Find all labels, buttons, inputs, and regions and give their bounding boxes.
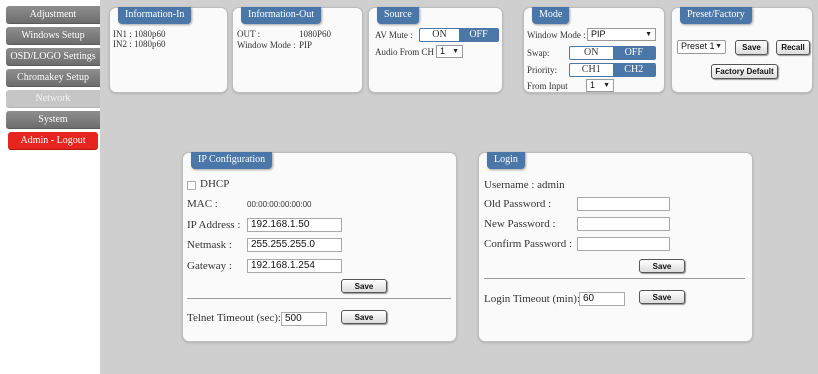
swap-off[interactable]: OFF: [612, 47, 655, 59]
ip-configuration-panel: IP Configuration DHCP MAC : 00:00:00:00:…: [182, 152, 457, 342]
sidebar-nav: Adjustment Windows Setup OSD/LOGO Settin…: [0, 0, 100, 374]
av-mute-toggle: ON OFF: [419, 28, 499, 42]
login-timeout-label: Login Timeout (min):: [484, 293, 580, 305]
username-text: Username : admin: [484, 179, 565, 191]
input1-info: IN1 : 1080p60: [113, 29, 166, 39]
priority-toggle: CH1 CH2: [569, 63, 656, 77]
nav-osd-logo-settings[interactable]: OSD/LOGO Settings: [6, 48, 100, 66]
dropdown-arrow-icon: ▼: [452, 48, 459, 55]
information-in-panel: Information-In IN1 : 1080p60 IN2 : 1080p…: [109, 7, 228, 93]
source-panel: Source AV Mute : ON OFF Audio From CH 1 …: [368, 7, 503, 93]
audio-from-ch-label: Audio From CH: [375, 47, 435, 57]
nav-network[interactable]: Network: [6, 90, 100, 108]
preset-value: Preset 1: [681, 41, 715, 51]
ip-save-button[interactable]: Save: [341, 279, 387, 293]
divider: [187, 298, 451, 299]
login-save-button[interactable]: Save: [639, 259, 685, 273]
dropdown-arrow-icon: ▼: [603, 82, 610, 89]
dhcp-checkbox[interactable]: [187, 181, 196, 190]
netmask-input[interactable]: 255.255.255.0: [247, 238, 342, 252]
preset-factory-panel: Preset/Factory Preset 1 ▼ Save Recall Fa…: [671, 7, 813, 93]
audio-channel-value: 1: [440, 46, 446, 56]
panel-title: Mode: [532, 7, 570, 24]
nav-adjustment[interactable]: Adjustment: [6, 6, 100, 24]
new-password-label: New Password :: [484, 218, 556, 230]
gateway-input[interactable]: 192.168.1.254: [247, 259, 342, 273]
av-mute-on[interactable]: ON: [420, 29, 459, 41]
mode-panel: Mode Window Mode : PIP ▼ Swap: ON OFF Pr…: [523, 7, 665, 93]
swap-toggle: ON OFF: [569, 46, 656, 60]
panel-title: Information-In: [118, 7, 192, 24]
input2-info: IN2 : 1080p60: [113, 39, 166, 49]
audio-channel-select[interactable]: 1 ▼: [436, 45, 463, 58]
confirm-password-label: Confirm Password :: [484, 238, 572, 250]
priority-ch1[interactable]: CH1: [570, 64, 613, 76]
dhcp-label: DHCP: [200, 178, 230, 190]
dropdown-arrow-icon: ▼: [715, 43, 722, 50]
login-timeout-save-button[interactable]: Save: [639, 290, 685, 304]
login-panel: Login Username : admin Old Password : Ne…: [478, 152, 753, 342]
output-label: OUT :: [237, 29, 261, 39]
preset-recall-button[interactable]: Recall: [776, 40, 810, 55]
priority-label: Priority:: [527, 65, 558, 75]
panel-title: Source: [377, 7, 419, 24]
mac-label: MAC :: [187, 198, 218, 210]
old-password-label: Old Password :: [484, 198, 552, 210]
old-password-input[interactable]: [577, 197, 670, 211]
nav-system[interactable]: System: [6, 111, 100, 129]
ip-address-label: IP Address :: [187, 219, 241, 231]
from-input-label: From Input: [527, 81, 568, 91]
output-resolution: 1080P60: [299, 29, 332, 39]
mac-value: 00:00:00:00:00:00: [247, 200, 312, 209]
panel-title: Preset/Factory: [680, 7, 752, 24]
factory-default-button[interactable]: Factory Default: [711, 64, 778, 79]
panel-title: IP Configuration: [191, 152, 273, 169]
window-mode-value: PIP: [299, 40, 313, 50]
main-content: Information-In IN1 : 1080p60 IN2 : 1080p…: [100, 0, 818, 374]
from-input-value: 1: [590, 80, 596, 90]
telnet-save-button[interactable]: Save: [341, 310, 387, 324]
from-input-select[interactable]: 1 ▼: [586, 79, 614, 92]
av-mute-label: AV Mute :: [375, 30, 413, 40]
preset-select[interactable]: Preset 1 ▼: [677, 40, 726, 54]
nav-windows-setup[interactable]: Windows Setup: [6, 27, 100, 45]
priority-ch2[interactable]: CH2: [612, 64, 655, 76]
gateway-label: Gateway :: [187, 260, 232, 272]
nav-chromakey-setup[interactable]: Chromakey Setup: [6, 69, 100, 87]
swap-on[interactable]: ON: [570, 47, 613, 59]
divider: [484, 278, 745, 279]
swap-label: Swap:: [527, 48, 550, 58]
telnet-timeout-input[interactable]: 500: [281, 312, 327, 326]
information-out-panel: Information-Out OUT : 1080P60 Window Mod…: [232, 7, 363, 93]
window-mode-label: Window Mode :: [237, 40, 296, 50]
login-timeout-input[interactable]: 60: [579, 292, 625, 306]
panel-title: Login: [487, 152, 525, 169]
dropdown-arrow-icon: ▼: [645, 31, 652, 38]
telnet-timeout-label: Telnet Timeout (sec):: [187, 312, 281, 324]
window-mode-value: PIP: [591, 29, 606, 39]
ip-address-input[interactable]: 192.168.1.50: [247, 218, 342, 232]
window-mode-label: Window Mode :: [527, 30, 586, 40]
av-mute-off[interactable]: OFF: [459, 29, 498, 41]
panel-title: Information-Out: [241, 7, 322, 24]
window-mode-select[interactable]: PIP ▼: [587, 28, 656, 41]
confirm-password-input[interactable]: [577, 237, 670, 251]
new-password-input[interactable]: [577, 217, 670, 231]
logout-button[interactable]: Admin - Logout: [8, 132, 98, 150]
netmask-label: Netmask :: [187, 239, 232, 251]
preset-save-button[interactable]: Save: [735, 40, 768, 55]
